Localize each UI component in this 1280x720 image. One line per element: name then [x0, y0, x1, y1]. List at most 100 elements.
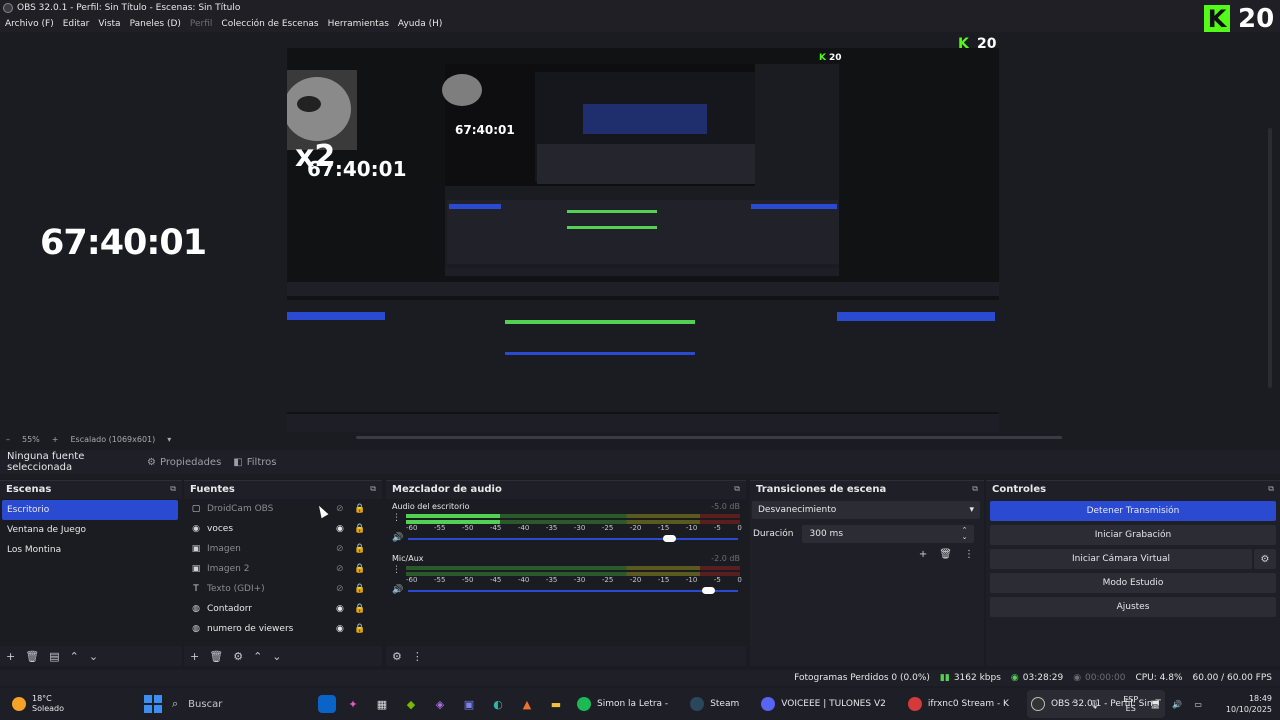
taskbar-app-steam[interactable]: Steam [686, 690, 743, 718]
weather-widget[interactable]: 18°C Soleado [12, 694, 144, 714]
source-item-voces[interactable]: ◉ voces ◉ 🔒 [184, 519, 382, 539]
lock-icon[interactable]: 🔒 [354, 584, 365, 594]
taskbar-search[interactable]: ⌕ Buscar [172, 693, 312, 715]
kebab-menu-icon[interactable]: ⋮ [964, 549, 974, 560]
lock-icon[interactable]: 🔒 [354, 544, 365, 554]
trash-icon[interactable]: 🗑 [209, 650, 223, 663]
start-recording-button[interactable]: Iniciar Grabación [990, 525, 1276, 545]
source-item-imagen[interactable]: ▣ Imagen ⊘ 🔒 [184, 539, 382, 559]
add-scene-icon[interactable]: + [6, 650, 15, 663]
menu-coleccion-escenas[interactable]: Colección de Escenas [221, 19, 318, 29]
gear-icon[interactable]: ⚙ [233, 650, 243, 663]
menu-paneles[interactable]: Paneles (D) [130, 19, 181, 29]
volume-slider-handle[interactable] [702, 587, 716, 594]
move-down-icon[interactable]: ⌄ [272, 650, 281, 663]
undock-icon[interactable]: ⧉ [1268, 484, 1274, 494]
source-item-numero-de-viewers[interactable]: ◍ numero de viewers ◉ 🔒 [184, 619, 382, 639]
teams-icon[interactable]: ▣ [457, 692, 481, 716]
move-up-icon[interactable]: ⌃ [70, 650, 79, 663]
taskbar-app-browser[interactable]: ifrxnc0 Stream - K [904, 690, 1013, 718]
battery-icon[interactable]: ▭ [1194, 700, 1202, 709]
menu-vista[interactable]: Vista [98, 19, 120, 29]
undock-icon[interactable]: ⧉ [972, 484, 978, 494]
file-explorer-icon[interactable]: ▬ [544, 692, 568, 716]
edge-icon[interactable]: ◐ [486, 692, 510, 716]
start-button[interactable] [144, 695, 162, 713]
studio-mode-button[interactable]: Modo Estudio [990, 573, 1276, 593]
eye-hidden-icon[interactable]: ⊘ [336, 544, 344, 554]
lock-icon[interactable]: 🔒 [354, 624, 365, 634]
visual-studio-icon[interactable]: ◈ [428, 692, 452, 716]
language-indicator[interactable]: ESP ES [1111, 695, 1138, 713]
move-down-icon[interactable]: ⌄ [89, 650, 98, 663]
menu-perfil[interactable]: Perfil [190, 19, 213, 29]
menu-archivo[interactable]: Archivo (F) [5, 19, 54, 29]
kebab-menu-icon[interactable]: ⋮ [392, 565, 401, 575]
source-item-droidcam[interactable]: ▢ DroidCam OBS ⊘ 🔒 [184, 499, 382, 519]
duration-input[interactable]: 300 ms ⌃ ⌄ [801, 525, 974, 543]
volume-slider-handle[interactable] [662, 535, 676, 542]
source-item-imagen-2[interactable]: ▣ Imagen 2 ⊘ 🔒 [184, 559, 382, 579]
scene-item-ventana-de-juego[interactable]: Ventana de Juego [0, 520, 182, 540]
filters-button[interactable]: ◧ Filtros [233, 457, 276, 468]
menu-editar[interactable]: Editar [63, 19, 90, 29]
kebab-menu-icon[interactable]: ⋮ [392, 513, 401, 523]
lock-icon[interactable]: 🔒 [354, 564, 365, 574]
stop-stream-button[interactable]: Detener Transmisión [990, 501, 1276, 521]
eye-hidden-icon[interactable]: ⊘ [336, 584, 344, 594]
zoom-out-icon[interactable]: – [6, 435, 10, 444]
outlook-icon[interactable] [318, 695, 336, 713]
lock-icon[interactable]: 🔒 [354, 524, 365, 534]
eye-hidden-icon[interactable]: ⊘ [336, 504, 344, 514]
scene-item-escritorio[interactable]: Escritorio [2, 500, 178, 520]
properties-button[interactable]: ⚙ Propiedades [147, 457, 221, 468]
copilot-icon[interactable]: ✦ [341, 692, 365, 716]
undock-icon[interactable]: ⧉ [170, 484, 176, 494]
scene-filters-icon[interactable]: ▤ [49, 650, 59, 663]
scene-item-los-montina[interactable]: Los Montina [0, 540, 182, 560]
menu-herramientas[interactable]: Herramientas [328, 19, 389, 29]
volume-slider[interactable] [408, 538, 738, 540]
trash-icon[interactable]: 🗑 [939, 549, 952, 560]
store-icon[interactable]: ▦ [370, 692, 394, 716]
lock-icon[interactable]: 🔒 [354, 604, 365, 614]
preview-vertical-scrollbar[interactable] [1268, 128, 1272, 388]
eye-hidden-icon[interactable]: ⊘ [336, 564, 344, 574]
source-item-texto[interactable]: T Texto (GDI+) ⊘ 🔒 [184, 579, 382, 599]
settings-button[interactable]: Ajustes [990, 597, 1276, 617]
eye-icon[interactable]: ◉ [336, 524, 344, 534]
eye-icon[interactable]: ◉ [336, 604, 344, 614]
kebab-menu-icon[interactable]: ⋮ [412, 650, 423, 663]
speaker-icon[interactable]: 🔊 [392, 585, 403, 595]
menu-ayuda[interactable]: Ayuda (H) [398, 19, 442, 29]
volume-icon[interactable]: 🔊 [1172, 700, 1182, 709]
microphone-icon[interactable]: 🎙 [1089, 700, 1099, 709]
network-icon[interactable]: 🖥 [1150, 700, 1160, 709]
source-item-contadorr[interactable]: ◍ Contadorr ◉ 🔒 [184, 599, 382, 619]
start-virtualcam-button[interactable]: Iniciar Cámara Virtual [990, 549, 1252, 569]
zoom-in-icon[interactable]: + [52, 435, 59, 444]
preview-area[interactable]: 67:40:01 x2 67:40:01 67:40:01 K 20 K 20 [0, 32, 1280, 432]
chevron-up-icon[interactable]: ⌃ [1070, 700, 1077, 709]
taskbar-app-spotify[interactable]: Simon la Letra - [573, 690, 672, 718]
taskbar-app-discord[interactable]: VOICEEE | TULONES V2 [757, 690, 890, 718]
chevron-down-icon[interactable]: ▾ [167, 435, 171, 444]
clock[interactable]: 18:49 10/10/2025 [1214, 693, 1272, 715]
undock-icon[interactable]: ⧉ [734, 484, 740, 494]
move-up-icon[interactable]: ⌃ [253, 650, 262, 663]
nvidia-icon[interactable]: ◆ [399, 692, 423, 716]
eye-icon[interactable]: ◉ [336, 624, 344, 634]
volume-slider[interactable] [408, 590, 738, 592]
undock-icon[interactable]: ⧉ [370, 484, 376, 494]
advanced-audio-icon[interactable]: ⚙ [392, 650, 402, 663]
speaker-icon[interactable]: 🔊 [392, 533, 403, 543]
add-transition-icon[interactable]: + [919, 549, 927, 560]
lock-icon[interactable]: 🔒 [354, 504, 365, 514]
preview-canvas[interactable]: x2 67:40:01 67:40:01 K 20 K 20 [287, 34, 999, 432]
trash-icon[interactable]: 🗑 [25, 650, 39, 663]
scale-label[interactable]: Escalado (1069x601) [70, 435, 155, 444]
spinner-icon[interactable]: ⌃ ⌄ [962, 527, 968, 541]
app-icon[interactable]: ▲ [515, 692, 539, 716]
gear-icon[interactable]: ⚙ [1254, 549, 1276, 569]
transition-select[interactable]: Desvanecimiento ▾ [752, 501, 980, 519]
